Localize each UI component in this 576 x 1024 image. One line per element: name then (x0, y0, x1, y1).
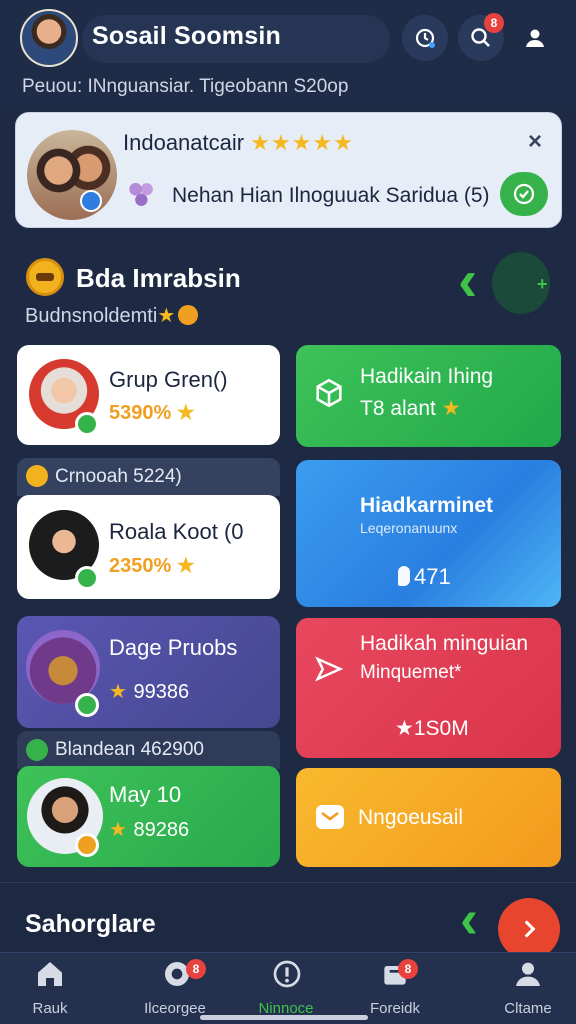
status-icon (75, 412, 99, 436)
cube-icon (312, 376, 346, 415)
nav-badge: 8 (186, 959, 206, 979)
emoji-icon (26, 258, 64, 296)
close-icon[interactable]: × (528, 128, 542, 156)
section-title: Bda Imrabsin (76, 263, 241, 293)
band-text: Blandean 462900 (55, 739, 204, 760)
card-value: ★ 99386 (109, 681, 190, 703)
nav-item-chat[interactable] (127, 958, 227, 990)
card-value: 5390% ★ (109, 402, 196, 424)
header-subtitle: Peuou: INnguansiar. Tigeobann S20op (22, 76, 349, 97)
home-icon (38, 962, 62, 986)
rating-stars: ★★★★★ (250, 130, 354, 155)
card-subtitle: Leqeronanuunx (360, 520, 458, 536)
coin-icon (178, 305, 199, 325)
chevron-left-icon[interactable]: ‹ (458, 247, 477, 314)
card-title: Dage Pruobs (109, 635, 238, 660)
heart-icon (26, 739, 48, 761)
nav-label: Rauk (32, 1000, 68, 1017)
verified-icon (80, 190, 102, 212)
nav-badge: 8 (398, 959, 418, 979)
timer-button[interactable] (402, 15, 448, 61)
status-icon (75, 833, 99, 857)
nav-item-info[interactable] (237, 958, 337, 990)
status-icon (75, 693, 99, 717)
card-title: Nngoeusail (358, 806, 464, 829)
accept-button[interactable] (500, 172, 548, 216)
card-value: T8 alant ★ (360, 397, 462, 420)
send-icon (314, 654, 344, 689)
nav-item-box[interactable] (345, 958, 445, 990)
profile-icon (526, 29, 544, 47)
sparkle-icon: + (537, 274, 548, 294)
grapes-icon (126, 178, 158, 210)
card-title: May 10 (109, 782, 182, 807)
notification-badge: 8 (484, 13, 504, 33)
card-value: ★1S0M (395, 717, 469, 740)
profile-icon (516, 962, 540, 986)
section2-title: Sahorglare (25, 910, 156, 938)
info-icon (273, 960, 301, 988)
check-icon (513, 183, 535, 205)
home-indicator[interactable] (200, 1015, 368, 1020)
app-title: Sosail Soomsin (92, 22, 281, 50)
band-text: Crnooah 5224) (55, 466, 182, 487)
nav-item-profile[interactable] (478, 958, 576, 990)
next-button[interactable] (498, 898, 560, 960)
nav-item-home[interactable] (0, 958, 100, 990)
card-value: 471 (414, 564, 451, 589)
notification-name: Indoanatcair ★★★★★ (123, 130, 354, 155)
nav-label: Cltame (504, 1000, 552, 1017)
drop-icon (398, 566, 410, 586)
card-subtitle: Minquemet* (360, 662, 462, 683)
card-title: Hadikain Ihing (360, 365, 494, 388)
card-value: 2350% ★ (109, 555, 196, 577)
notification-message: Nehan Hian Ilnoguuak Saridua (5) (172, 184, 490, 207)
profile-button[interactable] (512, 15, 558, 61)
status-icon (75, 566, 99, 590)
card-title: Grup Gren() (109, 367, 228, 392)
clock-icon (415, 28, 435, 48)
chevron-left-icon[interactable]: ‹ (460, 888, 478, 950)
badge-icon (26, 465, 48, 487)
section-subtitle: Budnsnoldemti★ (25, 303, 199, 328)
card-title: Roala Koot (0 (109, 519, 244, 544)
notification-photo (27, 130, 117, 220)
mail-icon (316, 805, 344, 829)
user-avatar[interactable] (20, 9, 78, 67)
chevron-right-icon (524, 920, 536, 938)
card-value: ★ 89286 (109, 819, 190, 841)
card-title: Hiadkarminet (360, 494, 494, 517)
card-title: Hadikah minguian (360, 632, 529, 655)
